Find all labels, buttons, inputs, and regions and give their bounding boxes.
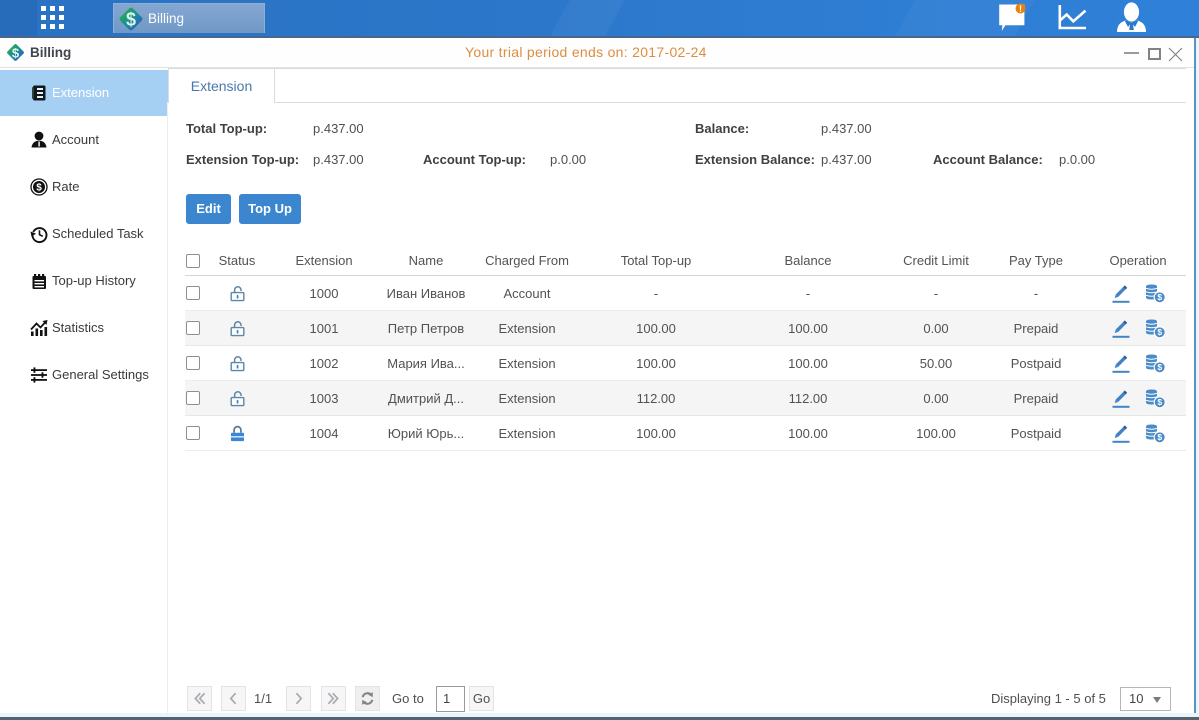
svg-text:$: $ — [1157, 327, 1162, 337]
svg-text:$: $ — [1157, 432, 1162, 442]
svg-text:!: ! — [1019, 4, 1022, 14]
svg-text:$: $ — [1157, 397, 1162, 407]
svg-text:$: $ — [126, 10, 136, 30]
svg-text:$: $ — [36, 183, 42, 194]
svg-text:$: $ — [12, 45, 20, 60]
svg-text:$: $ — [1157, 292, 1162, 302]
svg-text:$: $ — [1157, 362, 1162, 372]
